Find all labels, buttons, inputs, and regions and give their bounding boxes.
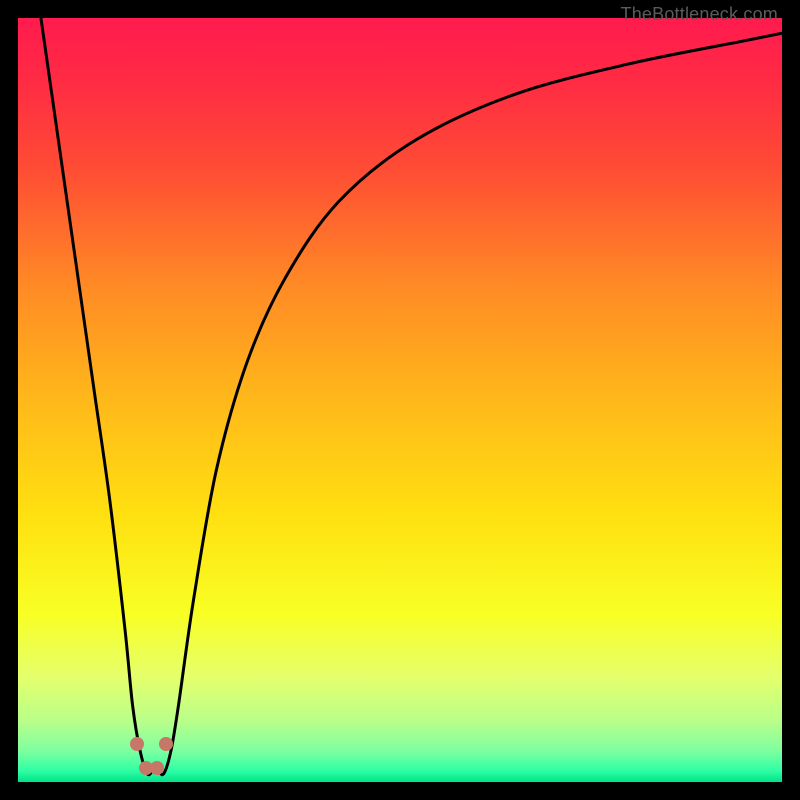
chart-frame: TheBottleneck.com [0,0,800,800]
site-watermark: TheBottleneck.com [621,4,778,25]
plot-area [18,18,782,782]
curve-marker [150,761,164,775]
curve-marker [159,737,173,751]
curve-markers [18,18,782,782]
curve-marker [130,737,144,751]
